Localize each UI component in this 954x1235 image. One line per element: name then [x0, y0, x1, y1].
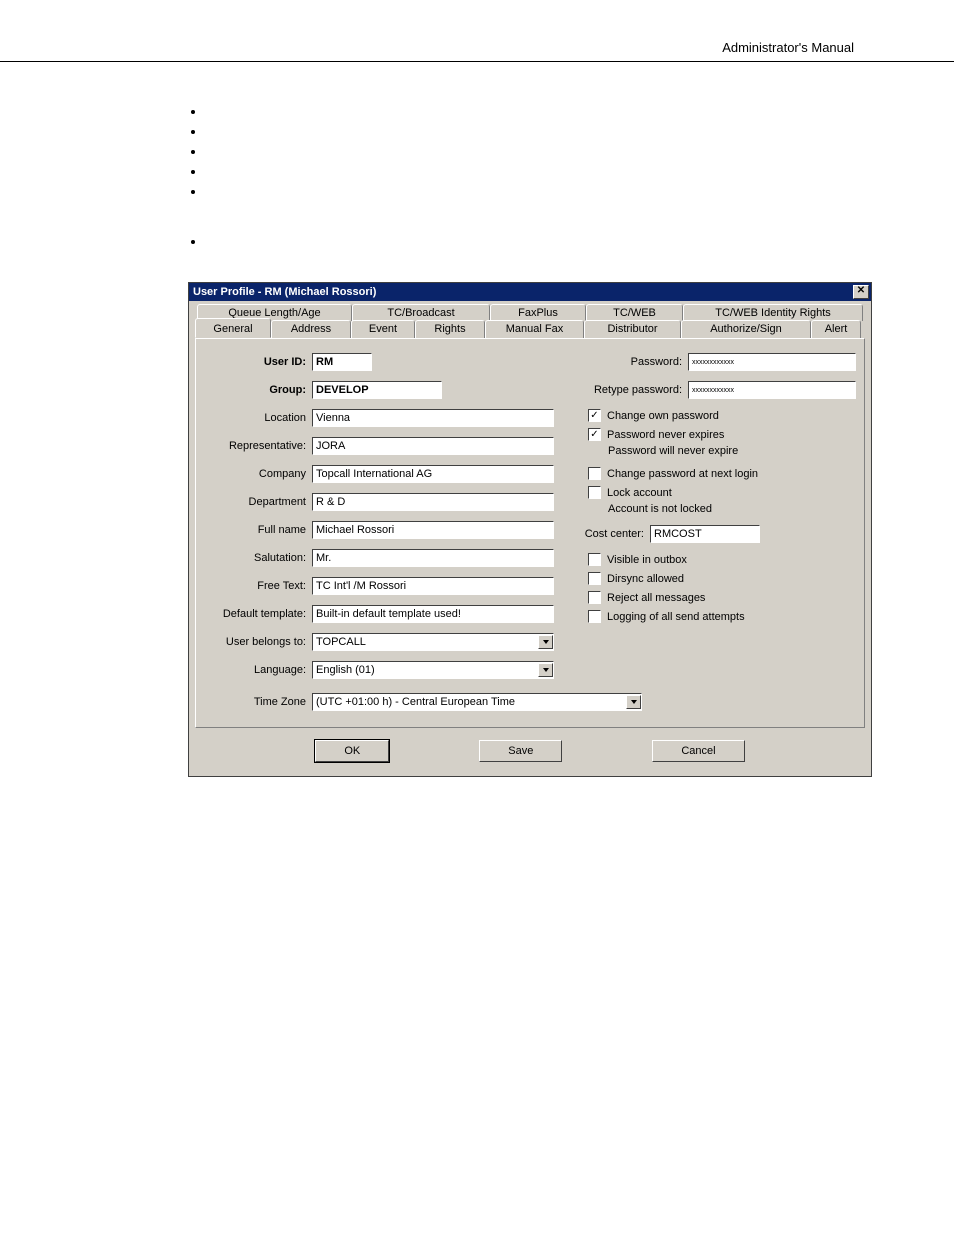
chevron-down-icon[interactable] [538, 635, 553, 649]
lock-account-checkbox[interactable] [588, 486, 601, 499]
dirsync-label: Dirsync allowed [607, 573, 684, 585]
language-combo[interactable]: English (01) [312, 661, 554, 679]
cost-center-label: Cost center: [574, 528, 644, 540]
user-profile-dialog: User Profile - RM (Michael Rossori) ✕ Qu… [188, 282, 872, 777]
tab-strip: Queue Length/AgeTC/BroadcastFaxPlusTC/WE… [189, 301, 871, 338]
user-id-label: User ID: [204, 356, 312, 368]
cancel-button[interactable]: Cancel [652, 740, 744, 762]
salutation-input[interactable] [312, 549, 554, 567]
timezone-combo[interactable]: (UTC +01:00 h) - Central European Time [312, 693, 642, 711]
tab-event[interactable]: Event [351, 320, 415, 338]
retype-label: Retype password: [594, 384, 682, 396]
logging-label: Logging of all send attempts [607, 611, 745, 623]
user-id-input[interactable] [312, 353, 372, 371]
tab-tc-web-identity-rights[interactable]: TC/WEB Identity Rights [683, 304, 863, 321]
never-expires-label: Password never expires [607, 429, 724, 441]
dialog-buttons: OK Save Cancel [189, 728, 871, 776]
reject-checkbox[interactable] [588, 591, 601, 604]
rep-input[interactable] [312, 437, 554, 455]
tab-address[interactable]: Address [271, 320, 351, 338]
belongs-combo[interactable]: TOPCALL [312, 633, 554, 651]
tab-panel-general: User ID: Group: Location Representative:… [195, 338, 865, 728]
chevron-down-icon[interactable] [538, 663, 553, 677]
lock-label: Lock account [607, 487, 672, 499]
password-never-expires-checkbox[interactable]: ✓ [588, 428, 601, 441]
company-label: Company [204, 468, 312, 480]
tab-faxplus[interactable]: FaxPlus [490, 304, 586, 321]
password-input[interactable] [688, 353, 856, 371]
document-bullets [0, 62, 954, 252]
template-input[interactable] [312, 605, 554, 623]
freetext-input[interactable] [312, 577, 554, 595]
dirsync-checkbox[interactable] [588, 572, 601, 585]
timezone-label: Time Zone [204, 696, 312, 708]
page-header: Administrator's Manual [0, 0, 954, 62]
tab-alert[interactable]: Alert [811, 320, 861, 338]
tab-authorize-sign[interactable]: Authorize/Sign [681, 320, 811, 338]
fullname-input[interactable] [312, 521, 554, 539]
logging-checkbox[interactable] [588, 610, 601, 623]
save-button[interactable]: Save [479, 740, 562, 762]
ok-button[interactable]: OK [315, 740, 389, 762]
password-label: Password: [631, 356, 682, 368]
change-next-label: Change password at next login [607, 468, 758, 480]
salutation-label: Salutation: [204, 552, 312, 564]
company-input[interactable] [312, 465, 554, 483]
dept-label: Department [204, 496, 312, 508]
dept-input[interactable] [312, 493, 554, 511]
close-icon[interactable]: ✕ [853, 285, 869, 299]
tab-rights[interactable]: Rights [415, 320, 485, 338]
location-label: Location [204, 412, 312, 424]
cost-center-input[interactable] [650, 525, 760, 543]
tab-tc-broadcast[interactable]: TC/Broadcast [352, 304, 490, 321]
change-own-label: Change own password [607, 410, 719, 422]
freetext-label: Free Text: [204, 580, 312, 592]
dialog-titlebar: User Profile - RM (Michael Rossori) ✕ [189, 283, 871, 301]
visible-outbox-checkbox[interactable] [588, 553, 601, 566]
group-label: Group: [204, 384, 312, 396]
tab-distributor[interactable]: Distributor [584, 320, 681, 338]
dialog-title: User Profile - RM (Michael Rossori) [193, 286, 376, 298]
belongs-label: User belongs to: [204, 636, 312, 648]
location-input[interactable] [312, 409, 554, 427]
lock-subtext: Account is not locked [574, 503, 856, 515]
change-own-password-checkbox[interactable]: ✓ [588, 409, 601, 422]
rep-label: Representative: [204, 440, 312, 452]
tab-general[interactable]: General [195, 318, 271, 338]
tab-tc-web[interactable]: TC/WEB [586, 304, 683, 321]
tab-manual-fax[interactable]: Manual Fax [485, 320, 584, 338]
template-label: Default template: [204, 608, 312, 620]
page-header-title: Administrator's Manual [722, 40, 854, 55]
fullname-label: Full name [204, 524, 312, 536]
never-expires-subtext: Password will never expire [574, 445, 856, 457]
retype-input[interactable] [688, 381, 856, 399]
change-next-login-checkbox[interactable] [588, 467, 601, 480]
language-label: Language: [204, 664, 312, 676]
chevron-down-icon[interactable] [626, 695, 641, 709]
group-input[interactable] [312, 381, 442, 399]
visible-label: Visible in outbox [607, 554, 687, 566]
reject-label: Reject all messages [607, 592, 705, 604]
